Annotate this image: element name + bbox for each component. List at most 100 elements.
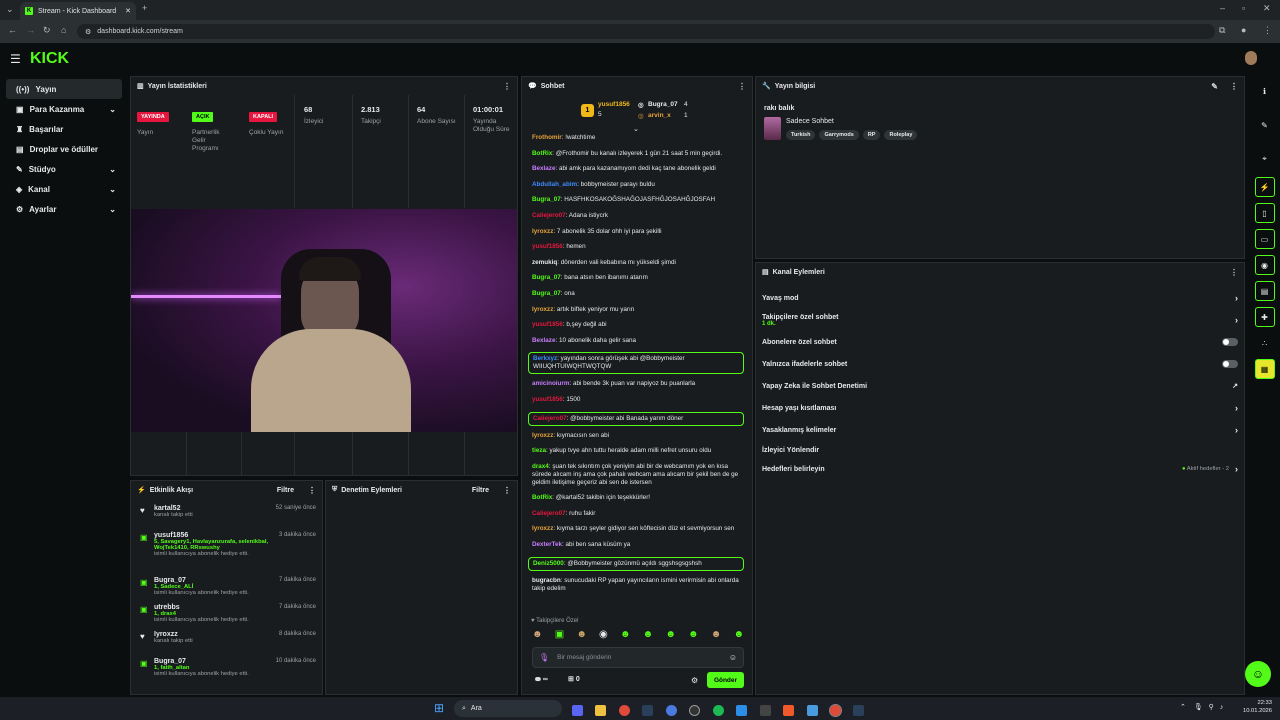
kick-logo[interactable]: KICK xyxy=(30,50,69,68)
send-button[interactable]: Gönder xyxy=(707,672,744,688)
brave-icon[interactable] xyxy=(783,705,795,717)
chat-message[interactable]: Bugra_07: ona xyxy=(522,290,752,298)
browser-menu-icon[interactable]: ⋮ xyxy=(1263,25,1272,36)
slow-mode-action[interactable]: Yavaş mod › xyxy=(756,287,1244,309)
tray-chevron-icon[interactable]: ⌃ xyxy=(1180,704,1186,711)
chat-username[interactable]: Iyroxzz xyxy=(532,306,553,313)
account-age-action[interactable]: Hesap yaşı kısıtlaması › xyxy=(756,397,1244,419)
emotes-only-toggle[interactable] xyxy=(1222,360,1238,368)
chat-username[interactable]: Frothomir xyxy=(532,134,562,141)
back-icon[interactable]: ← xyxy=(8,25,17,35)
banned-words-action[interactable]: Yasaklanmış kelimeler › xyxy=(756,419,1244,441)
chat-username[interactable]: Caliejero07 xyxy=(533,415,567,422)
tab-close-icon[interactable]: ✕ xyxy=(125,7,131,15)
emote-icon[interactable]: ☻ xyxy=(620,629,631,643)
chat-message[interactable]: BotRix: @kartal52 takibin için teşekkürl… xyxy=(522,494,752,502)
profile-icon[interactable]: ● xyxy=(1241,25,1246,35)
chat-message[interactable]: Caliejero07: ruhu fakir xyxy=(522,510,752,518)
chat-input[interactable]: 🎙 Bir mesaj gönderin ☺ xyxy=(532,647,744,668)
chat-username[interactable]: bugracbn xyxy=(532,577,561,584)
home-icon[interactable]: ⌂ xyxy=(61,25,66,35)
chat-message[interactable]: Iyroxzz: 7 abonelik 35 dolar ohh iyi par… xyxy=(522,228,752,236)
chat-message[interactable]: tieza: yakup tvye ahn tuttu heralde adam… xyxy=(522,447,752,455)
chat-message[interactable]: DexterTek: abi ben sana küsüm ya xyxy=(522,541,752,549)
chat-message[interactable]: Deniz5000: @Bobbymeister gözünmü açıldı … xyxy=(528,556,744,571)
chat-username[interactable]: Caliejero07 xyxy=(532,510,566,517)
tab-menu-icon[interactable]: ⌄ xyxy=(6,4,14,15)
chrome-active-icon[interactable] xyxy=(828,704,842,718)
broadcast-icon[interactable]: ◉ xyxy=(1254,255,1275,275)
browser-tab[interactable]: K Stream - Kick Dashboard ✕ xyxy=(20,2,136,20)
chat-username[interactable]: Bexlaze xyxy=(532,337,555,344)
more-options-icon[interactable]: ⋮ xyxy=(1230,82,1238,91)
address-bar[interactable]: ⚙ dashboard.kick.com/stream xyxy=(77,24,1215,39)
emote-icon[interactable]: ☻ xyxy=(643,629,654,643)
chat-username[interactable]: yusuf1856 xyxy=(532,321,563,328)
bolt-icon[interactable]: ⚡ xyxy=(1254,177,1275,197)
chat-username[interactable]: yusuf1856 xyxy=(532,243,563,250)
chat-message[interactable]: Caliejero07: @bobbymeister abi Banada ya… xyxy=(528,411,744,426)
chat-message[interactable]: bugracbn: sunucudaki RP yapan yayıncılar… xyxy=(522,577,752,593)
avatar[interactable] xyxy=(1245,51,1257,65)
chat-message[interactable]: amicinoiurm: abi bende 3k puan var napiy… xyxy=(522,380,752,388)
spotify-icon[interactable] xyxy=(712,705,724,717)
raid-action[interactable]: İzleyici Yönlendir xyxy=(756,441,1244,459)
chat-username[interactable]: BotRix xyxy=(532,150,552,157)
stream-preview-video[interactable] xyxy=(131,209,517,432)
ai-moderation-action[interactable]: Yapay Zeka ile Sohbet Denetimi ↗ xyxy=(756,375,1244,397)
emote-icon[interactable]: ☻ xyxy=(665,629,676,643)
vscode-icon[interactable] xyxy=(736,705,748,717)
chat-message[interactable]: yusuf1856: b,şey değil abi xyxy=(522,321,752,329)
wrench-icon[interactable]: ✚ xyxy=(1254,307,1275,327)
chat-message[interactable]: yusuf1856: hemen xyxy=(522,243,752,251)
taskbar-clock[interactable]: 22:33 10.01.2026 xyxy=(1238,699,1272,715)
chat-message[interactable]: Iyroxzz: kıyma tarzı şeyler gidiyor sen … xyxy=(522,525,752,533)
microphone-icon[interactable]: 🎙 xyxy=(539,653,549,662)
tag-chip[interactable]: Roleplay xyxy=(884,130,918,140)
edit-pencil-icon[interactable]: ✎ xyxy=(1211,82,1218,91)
crosshair-icon[interactable]: ⌖ xyxy=(1255,149,1275,169)
chat-bubble-icon[interactable]: ▭ xyxy=(1254,229,1275,249)
category-name[interactable]: Sadece Sohbet xyxy=(786,118,834,125)
leader-third-name[interactable]: arvin_x xyxy=(648,112,671,119)
app-icon[interactable] xyxy=(806,705,818,717)
chat-message[interactable]: BotRix: @Frothomir bu kanalı izleyerek 1… xyxy=(522,150,752,158)
chat-message[interactable]: Frothomir: !watchtime xyxy=(522,134,752,142)
chat-message[interactable]: Berkxyz: yayından sonra görüşek abi @Bob… xyxy=(528,352,744,375)
taskbar-search[interactable]: ⌕ Ara xyxy=(454,700,562,717)
sidebar-item-basarilar[interactable]: ♜ Başarılar xyxy=(6,119,122,139)
tag-chip[interactable]: Garrymods xyxy=(819,130,859,140)
chat-settings-icon[interactable]: ⚙ xyxy=(691,676,698,685)
emote-icon[interactable]: ☻ xyxy=(576,629,587,643)
emote-icon[interactable]: ▣ xyxy=(555,629,564,643)
emote-icon[interactable]: ☻ xyxy=(733,629,744,643)
gift-counter[interactable]: ⊞ 0 xyxy=(568,675,580,683)
chat-message[interactable]: Bexlaze: abi amk para kazanamıyom dedi k… xyxy=(522,165,752,173)
chat-message[interactable]: Bexlaze: 10 abonelik daha gelir sana xyxy=(522,337,752,345)
chat-message[interactable]: drax4: şuan tek sıkıntım çok yeniyim abi… xyxy=(522,463,752,487)
followers-only-action[interactable]: Takipçilere özel sohbet 1 dk. › xyxy=(756,309,1244,331)
chat-username[interactable]: Bexlaze xyxy=(532,165,555,172)
emoji-icon[interactable]: ☺ xyxy=(729,653,737,662)
steam-icon[interactable] xyxy=(642,705,654,717)
chat-username[interactable]: Iyroxzz xyxy=(532,525,553,532)
network-icon[interactable]: ⚲ xyxy=(1209,704,1214,711)
layout-icon[interactable]: ▤ xyxy=(1254,281,1275,301)
filter-button[interactable]: Filtre xyxy=(277,487,294,494)
chat-message[interactable]: Iyroxzz: artık biftek yeniyor mu yarın xyxy=(522,306,752,314)
info-icon[interactable]: ℹ xyxy=(1255,81,1275,101)
sidebar-item-kanal[interactable]: ◈ Kanal ⌄ xyxy=(6,179,122,199)
reload-icon[interactable]: ↻ xyxy=(43,25,51,36)
emote-icon[interactable]: ☻ xyxy=(688,629,699,643)
more-options-icon[interactable]: ⋮ xyxy=(503,486,511,495)
chat-username[interactable]: Bugra_07 xyxy=(532,196,561,203)
clapper-icon[interactable]: ▦ xyxy=(1254,359,1275,379)
restore-icon[interactable]: ▫ xyxy=(1242,3,1245,13)
window-close-icon[interactable]: ✕ xyxy=(1263,3,1271,14)
discord-icon[interactable] xyxy=(572,705,583,717)
more-options-icon[interactable]: ⋮ xyxy=(738,82,746,91)
site-info-icon[interactable]: ⚙ xyxy=(85,28,91,36)
help-chat-button[interactable]: ☺ xyxy=(1245,661,1271,687)
tag-chip[interactable]: RP xyxy=(862,130,881,140)
sidebar-item-para-kazanma[interactable]: ▣ Para Kazanma ⌄ xyxy=(6,99,122,119)
